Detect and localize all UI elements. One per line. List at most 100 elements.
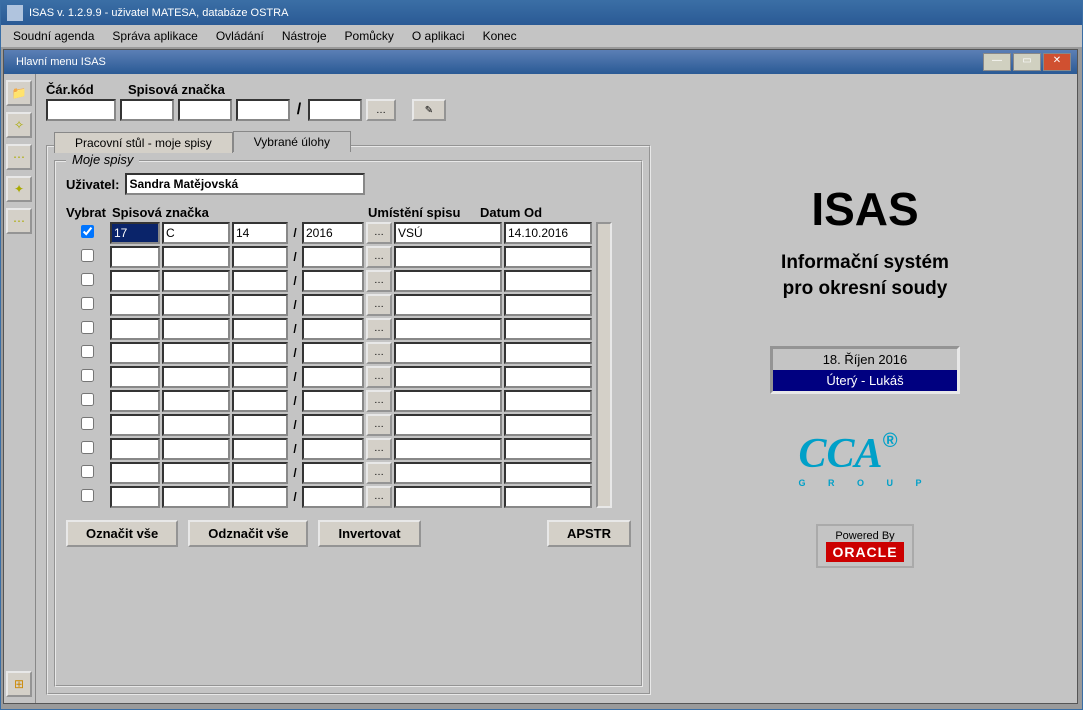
menu-nastroje[interactable]: Nástroje bbox=[274, 27, 335, 45]
row-lookup-button[interactable]: … bbox=[366, 438, 392, 460]
cell-f4[interactable] bbox=[302, 294, 364, 316]
carkod-input[interactable] bbox=[46, 99, 116, 121]
cell-f2[interactable] bbox=[162, 462, 230, 484]
tab-moje-spisy[interactable]: Pracovní stůl - moje spisy bbox=[54, 132, 233, 153]
minimize-button[interactable]: — bbox=[983, 53, 1011, 71]
cell-f4[interactable] bbox=[302, 462, 364, 484]
deselect-all-button[interactable]: Odznačit vše bbox=[188, 520, 308, 547]
cell-f4[interactable] bbox=[302, 318, 364, 340]
maximize-button[interactable]: ▭ bbox=[1013, 53, 1041, 71]
cell-f1[interactable] bbox=[110, 414, 160, 436]
tool-4[interactable]: ✦ bbox=[6, 176, 32, 202]
tab-vybrane-ulohy[interactable]: Vybrané úlohy bbox=[233, 131, 351, 152]
cell-f4[interactable] bbox=[302, 246, 364, 268]
row-checkbox[interactable] bbox=[81, 273, 94, 286]
cell-date[interactable] bbox=[504, 414, 592, 436]
spis-input-4[interactable] bbox=[308, 99, 362, 121]
cell-location[interactable] bbox=[394, 246, 502, 268]
tool-1[interactable]: 📁 bbox=[6, 80, 32, 106]
cell-f3[interactable] bbox=[232, 438, 288, 460]
cell-location[interactable] bbox=[394, 414, 502, 436]
menu-ovladani[interactable]: Ovládání bbox=[208, 27, 272, 45]
cell-f3[interactable] bbox=[232, 318, 288, 340]
menu-oaplikaci[interactable]: O aplikaci bbox=[404, 27, 473, 45]
cell-f2[interactable] bbox=[162, 342, 230, 364]
cell-location[interactable] bbox=[394, 462, 502, 484]
cell-f2[interactable] bbox=[162, 222, 230, 244]
menu-soudni[interactable]: Soudní agenda bbox=[5, 27, 102, 45]
cell-f3[interactable] bbox=[232, 486, 288, 508]
cell-date[interactable] bbox=[504, 222, 592, 244]
cell-f3[interactable] bbox=[232, 294, 288, 316]
menu-sprava[interactable]: Správa aplikace bbox=[104, 27, 205, 45]
cell-f3[interactable] bbox=[232, 390, 288, 412]
row-lookup-button[interactable]: … bbox=[366, 222, 392, 244]
cell-location[interactable] bbox=[394, 366, 502, 388]
cell-date[interactable] bbox=[504, 486, 592, 508]
cell-f2[interactable] bbox=[162, 390, 230, 412]
cell-f3[interactable] bbox=[232, 222, 288, 244]
row-lookup-button[interactable]: … bbox=[366, 462, 392, 484]
cell-date[interactable] bbox=[504, 462, 592, 484]
cell-f4[interactable] bbox=[302, 414, 364, 436]
cell-f4[interactable] bbox=[302, 270, 364, 292]
menu-konec[interactable]: Konec bbox=[475, 27, 525, 45]
cell-f2[interactable] bbox=[162, 318, 230, 340]
cell-f2[interactable] bbox=[162, 486, 230, 508]
grid-scrollbar[interactable] bbox=[596, 222, 612, 508]
user-field[interactable] bbox=[125, 173, 365, 195]
row-lookup-button[interactable]: … bbox=[366, 270, 392, 292]
row-lookup-button[interactable]: … bbox=[366, 414, 392, 436]
row-checkbox[interactable] bbox=[81, 393, 94, 406]
cell-date[interactable] bbox=[504, 390, 592, 412]
cell-f2[interactable] bbox=[162, 246, 230, 268]
row-lookup-button[interactable]: … bbox=[366, 294, 392, 316]
cell-f2[interactable] bbox=[162, 366, 230, 388]
row-checkbox[interactable] bbox=[81, 225, 94, 238]
cell-f1[interactable] bbox=[110, 270, 160, 292]
cell-f3[interactable] bbox=[232, 462, 288, 484]
cell-f4[interactable] bbox=[302, 390, 364, 412]
tool-3[interactable]: ⋯ bbox=[6, 144, 32, 170]
cell-date[interactable] bbox=[504, 294, 592, 316]
cell-location[interactable] bbox=[394, 222, 502, 244]
cell-location[interactable] bbox=[394, 438, 502, 460]
cell-f1[interactable] bbox=[110, 462, 160, 484]
cell-f1[interactable] bbox=[110, 438, 160, 460]
cell-f1[interactable] bbox=[110, 342, 160, 364]
cell-location[interactable] bbox=[394, 294, 502, 316]
cell-location[interactable] bbox=[394, 486, 502, 508]
cell-date[interactable] bbox=[504, 318, 592, 340]
row-checkbox[interactable] bbox=[81, 465, 94, 478]
select-all-button[interactable]: Označit vše bbox=[66, 520, 178, 547]
row-checkbox[interactable] bbox=[81, 417, 94, 430]
cell-date[interactable] bbox=[504, 246, 592, 268]
cell-f3[interactable] bbox=[232, 414, 288, 436]
cell-f2[interactable] bbox=[162, 438, 230, 460]
cell-f2[interactable] bbox=[162, 414, 230, 436]
edit-button[interactable]: ✎ bbox=[412, 99, 446, 121]
apstr-button[interactable]: APSTR bbox=[547, 520, 631, 547]
cell-location[interactable] bbox=[394, 318, 502, 340]
row-lookup-button[interactable]: … bbox=[366, 246, 392, 268]
close-button[interactable]: ✕ bbox=[1043, 53, 1071, 71]
tool-5[interactable]: ⋯ bbox=[6, 208, 32, 234]
menu-pomucky[interactable]: Pomůcky bbox=[337, 27, 402, 45]
tool-2[interactable]: ✧ bbox=[6, 112, 32, 138]
row-checkbox[interactable] bbox=[81, 369, 94, 382]
row-lookup-button[interactable]: … bbox=[366, 366, 392, 388]
row-checkbox[interactable] bbox=[81, 321, 94, 334]
tool-tree[interactable]: ⊞ bbox=[6, 671, 32, 697]
cell-f1[interactable] bbox=[110, 294, 160, 316]
cell-date[interactable] bbox=[504, 438, 592, 460]
row-checkbox[interactable] bbox=[81, 297, 94, 310]
row-lookup-button[interactable]: … bbox=[366, 486, 392, 508]
cell-f4[interactable] bbox=[302, 342, 364, 364]
cell-date[interactable] bbox=[504, 342, 592, 364]
cell-f4[interactable] bbox=[302, 222, 364, 244]
cell-f1[interactable] bbox=[110, 318, 160, 340]
cell-location[interactable] bbox=[394, 390, 502, 412]
row-checkbox[interactable] bbox=[81, 345, 94, 358]
spis-input-3[interactable] bbox=[236, 99, 290, 121]
cell-date[interactable] bbox=[504, 270, 592, 292]
